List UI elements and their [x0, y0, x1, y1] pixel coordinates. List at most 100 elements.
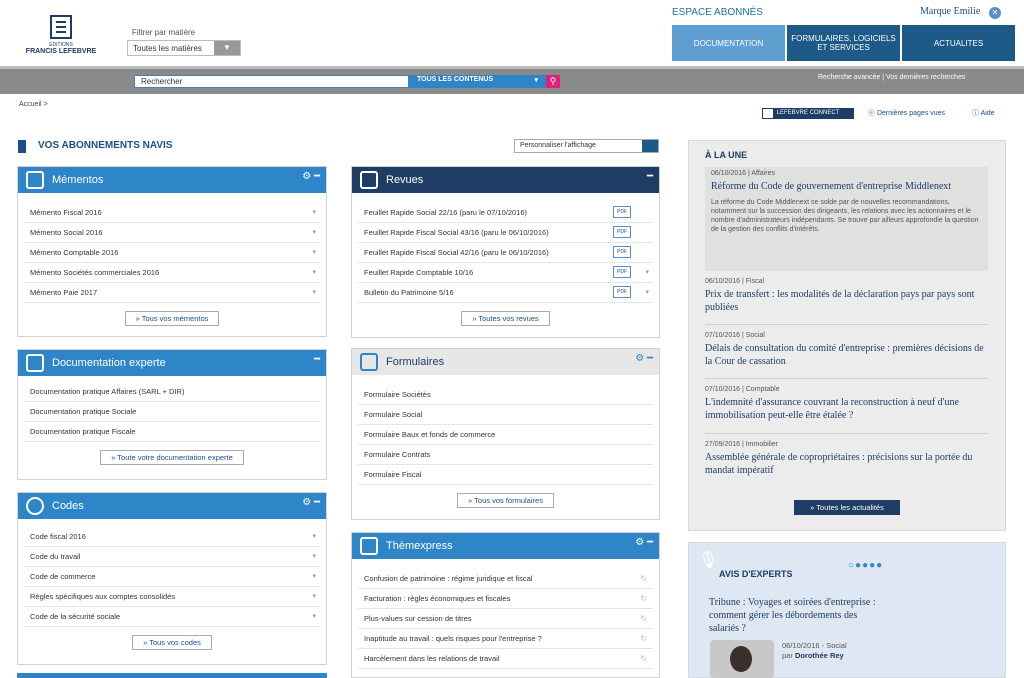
list-item[interactable]: Plus-values sur cession de titres ↻: [358, 609, 653, 629]
news-item[interactable]: 07/10/2016 | Comptable L'indemnité d'ass…: [705, 386, 988, 422]
list-item[interactable]: Mémento Fiscal 2016 ▾: [24, 203, 320, 223]
settings-collapse-icon[interactable]: ⚙ ━: [635, 353, 653, 364]
list-item[interactable]: Mémento Comptable 2016 ▾: [24, 243, 320, 263]
list-item[interactable]: Code fiscal 2016 ▾: [24, 527, 320, 547]
revues-header: Revues ━: [352, 167, 659, 193]
all-codes-button[interactable]: » Tous vos codes: [132, 635, 212, 650]
list-item[interactable]: Harcèlement dans les relations de travai…: [358, 649, 653, 669]
settings-collapse-icon[interactable]: ⚙ ━: [302, 171, 320, 182]
item-label: Confusion de patrimoine : régime juridiq…: [364, 574, 533, 583]
all-revues-button[interactable]: » Toutes vos revues: [461, 311, 550, 326]
refresh-icon[interactable]: ↻: [640, 634, 647, 643]
pdf-icon[interactable]: PDF: [613, 206, 631, 218]
list-item[interactable]: Feuillet Rapide Fiscal Social 42/16 (par…: [358, 243, 653, 263]
list-item[interactable]: Formulaire Social: [358, 405, 653, 425]
chevron-down-icon[interactable]: ▾: [312, 592, 316, 600]
list-item[interactable]: Feuillet Rapide Fiscal Social 43/16 (par…: [358, 223, 653, 243]
list-item[interactable]: Code du travail ▾: [24, 547, 320, 567]
chevron-down-icon[interactable]: ▾: [312, 288, 316, 296]
list-item[interactable]: Formulaire Sociétés: [358, 385, 653, 405]
chevron-down-icon[interactable]: ▾: [312, 268, 316, 276]
refresh-icon[interactable]: ↻: [640, 654, 647, 663]
news-title-text[interactable]: Assemblée générale de copropriétaires : …: [705, 451, 988, 477]
last-pages-link[interactable]: ⓔ Dernières pages vues: [868, 108, 945, 118]
list-item[interactable]: Bulletin du Patrimoine 5/16 PDF ▾: [358, 283, 653, 303]
breadcrumb[interactable]: Accueil >: [19, 101, 48, 108]
carousel-dots[interactable]: ○●●●●: [848, 560, 883, 571]
list-item[interactable]: Formulaire Contrats: [358, 445, 653, 465]
pdf-icon[interactable]: PDF: [613, 286, 631, 298]
refresh-icon[interactable]: ↻: [640, 614, 647, 623]
avis-text[interactable]: Tribune : Voyages et soirées d'entrepris…: [709, 596, 879, 635]
divider: [0, 66, 1024, 69]
news-title-text[interactable]: Réforme du Code de gouvernement d'entrep…: [711, 180, 982, 193]
news-desc: La réforme du Code Middlenext se solde p…: [711, 199, 979, 233]
list-item[interactable]: Documentation pratique Sociale: [24, 402, 320, 422]
chevron-down-icon[interactable]: ▾: [312, 248, 316, 256]
list-item[interactable]: Documentation pratique Fiscale: [24, 422, 320, 442]
list-item[interactable]: Mémento Paie 2017 ▾: [24, 283, 320, 303]
list-item[interactable]: Formulaire Fiscal: [358, 465, 653, 485]
refresh-icon[interactable]: ↻: [640, 574, 647, 583]
chevron-down-icon[interactable]: ▾: [312, 228, 316, 236]
customize-select[interactable]: Personnaliser l'affichage: [514, 139, 659, 153]
news-item[interactable]: 06/10/2016 | Fiscal Prix de transfert : …: [705, 278, 988, 314]
chevron-down-icon[interactable]: ▾: [645, 268, 649, 276]
news-title-text[interactable]: Délais de consultation du comité d'entre…: [705, 342, 988, 368]
nav-formulaires[interactable]: FORMULAIRES, LOGICIELS ET SERVICES: [787, 25, 900, 61]
filter-select[interactable]: Toutes les matières ▼: [127, 40, 241, 56]
news-item[interactable]: 27/09/2016 | Immobilier Assemblée généra…: [705, 441, 988, 477]
list-item[interactable]: Documentation pratique Affaires (SARL + …: [24, 382, 320, 402]
list-item[interactable]: Confusion de patrimoine : régime juridiq…: [358, 569, 653, 589]
refresh-icon[interactable]: ↻: [640, 594, 647, 603]
list-item[interactable]: Inaptitude au travail : quels risques po…: [358, 629, 653, 649]
settings-collapse-icon[interactable]: ⚙ ━: [302, 497, 320, 508]
news-date: 27/09/2016 | Immobilier: [705, 441, 779, 448]
lefebvre-connect-button[interactable]: LEFEBVRE CONNECT: [762, 108, 854, 119]
collapse-icon[interactable]: ━: [647, 171, 653, 182]
logo[interactable]: EDITIONS FRANCIS LEFEBVRE: [22, 15, 100, 63]
pdf-icon[interactable]: PDF: [613, 266, 631, 278]
chevron-down-icon[interactable]: ▾: [312, 532, 316, 540]
search-icon[interactable]: ⚲: [546, 75, 560, 88]
list-item[interactable]: Mémento Social 2016 ▾: [24, 223, 320, 243]
advanced-search-links[interactable]: Recherche avancée | Vos dernières recher…: [818, 74, 965, 81]
author-name[interactable]: Dorothée Rey: [795, 651, 844, 660]
chevron-down-icon[interactable]: ▾: [312, 612, 316, 620]
formulaires-panel: Formulaires ⚙ ━ Formulaire Sociétés Formu…: [351, 348, 660, 520]
list-item[interactable]: Feuillet Rapide Comptable 10/16 PDF ▾: [358, 263, 653, 283]
pdf-icon[interactable]: PDF: [613, 246, 631, 258]
all-news-button[interactable]: » Toutes les actualités: [794, 500, 900, 515]
list-item[interactable]: Feuillet Rapide Social 22/16 (paru le 07…: [358, 203, 653, 223]
chevron-down-icon[interactable]: ▾: [312, 552, 316, 560]
chevron-down-icon[interactable]: ▾: [312, 572, 316, 580]
list-item[interactable]: Code de la sécurité sociale ▾: [24, 607, 320, 627]
search-input[interactable]: Rechercher: [134, 75, 409, 88]
news-title-text[interactable]: L'indemnité d'assurance couvrant la reco…: [705, 396, 988, 422]
list-item[interactable]: Facturation : règles économiques et fisc…: [358, 589, 653, 609]
last-pages-label: Dernières pages vues: [876, 110, 946, 117]
news-title-text[interactable]: Prix de transfert : les modalités de la …: [705, 288, 988, 314]
logout-icon[interactable]: ✕: [989, 7, 1001, 19]
settings-collapse-icon[interactable]: ⚙ ━: [635, 537, 653, 548]
pdf-icon[interactable]: PDF: [613, 226, 631, 238]
news-item-featured[interactable]: 06/10/2016 | Affaires Réforme du Code de…: [705, 167, 988, 271]
collapse-icon[interactable]: ━: [314, 354, 320, 365]
nav-actualites[interactable]: ACTUALITES: [902, 25, 1015, 61]
list-item[interactable]: Code de commerce ▾: [24, 567, 320, 587]
help-link[interactable]: ⓘ Aide: [972, 108, 995, 118]
list-item[interactable]: Formulaire Baux et fonds de commerce: [358, 425, 653, 445]
nav-documentation[interactable]: DOCUMENTATION: [672, 25, 785, 61]
all-doc-button[interactable]: » Toute votre documentation experte: [100, 450, 244, 465]
user-name[interactable]: Marque Emilie: [920, 6, 980, 17]
search-scope-select[interactable]: TOUS LES CONTENUS ▾: [409, 75, 546, 88]
book-icon: [26, 171, 44, 189]
chevron-down-icon[interactable]: ▾: [312, 208, 316, 216]
chevron-down-icon[interactable]: ▾: [645, 288, 649, 296]
list-item[interactable]: Mémento Sociétés commerciales 2016 ▾: [24, 263, 320, 283]
item-label: Code de la sécurité sociale: [30, 612, 121, 621]
all-formulaires-button[interactable]: » Tous vos formulaires: [457, 493, 554, 508]
all-mementos-button[interactable]: » Tous vos mémentos: [124, 311, 220, 326]
news-item[interactable]: 07/10/2016 | Social Délais de consultati…: [705, 332, 988, 368]
list-item[interactable]: Règles spécifiques aux comptes consolidé…: [24, 587, 320, 607]
